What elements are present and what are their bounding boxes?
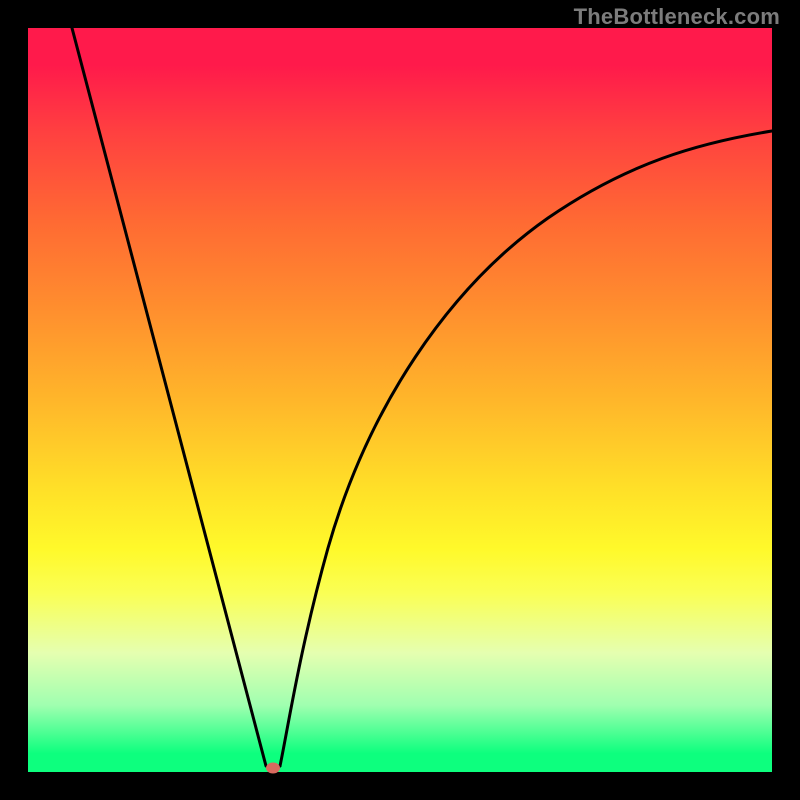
watermark-text: TheBottleneck.com — [574, 4, 780, 30]
bottleneck-curve — [28, 28, 772, 772]
curve-left-branch — [72, 28, 280, 770]
minimum-point-marker — [266, 763, 280, 774]
curve-right-branch — [280, 131, 772, 766]
chart-frame: TheBottleneck.com — [0, 0, 800, 800]
plot-area — [28, 28, 772, 772]
